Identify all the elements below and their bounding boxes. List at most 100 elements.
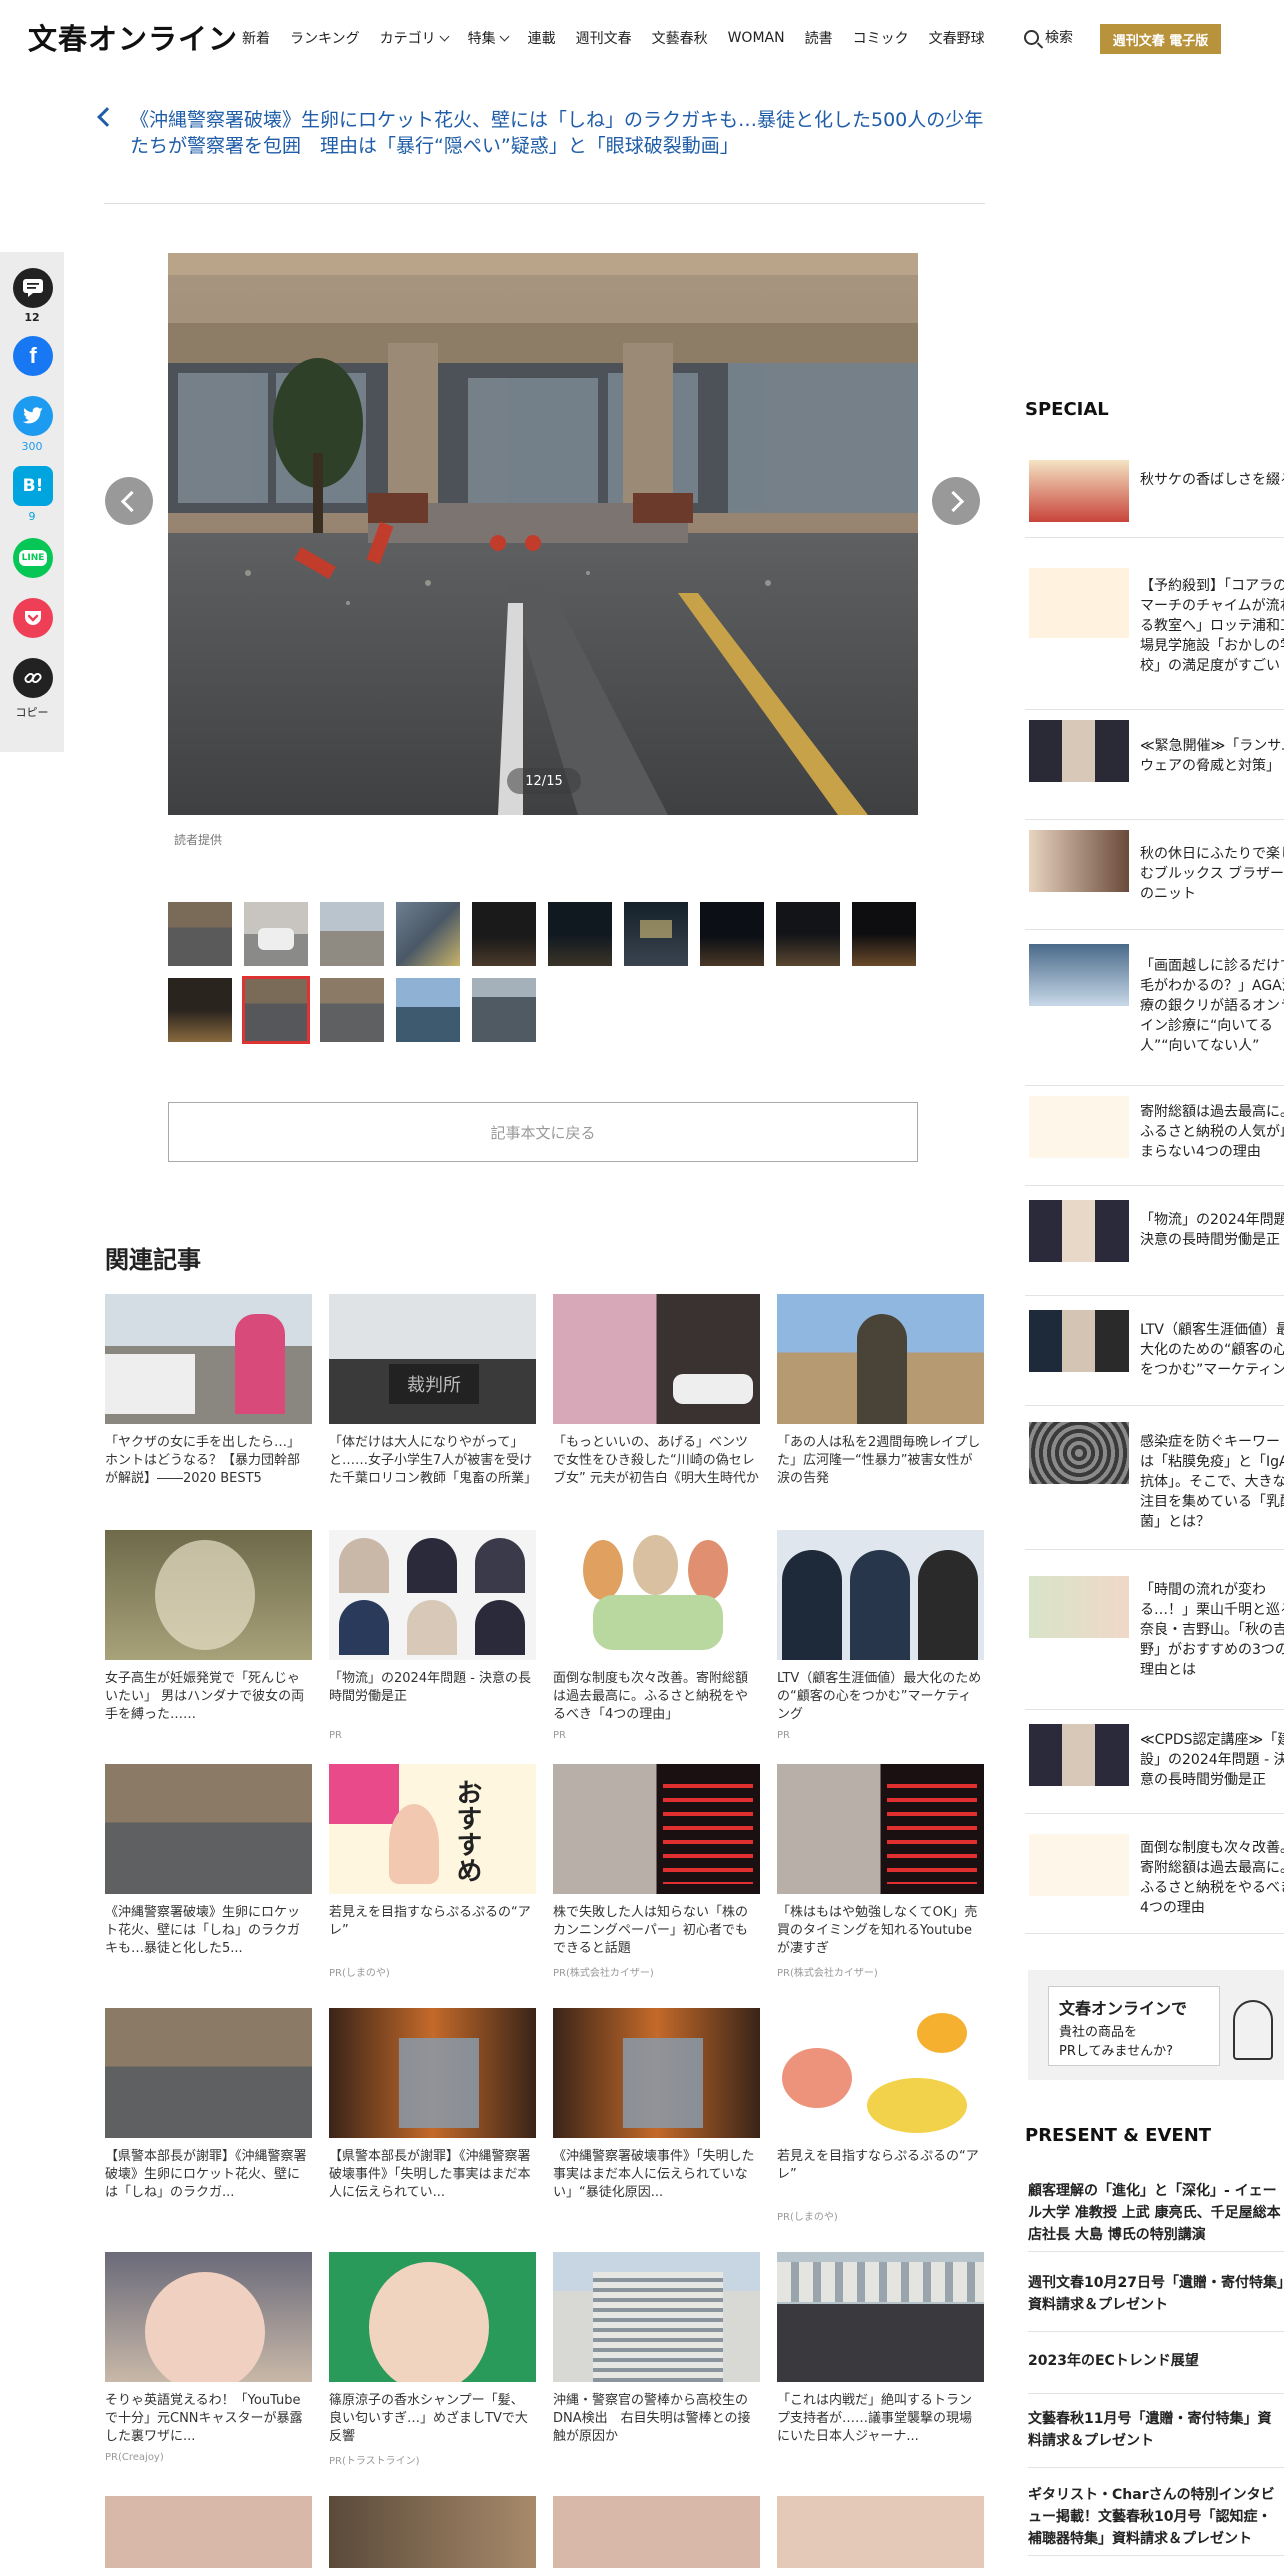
- gallery-thumbnail-active[interactable]: [242, 976, 310, 1044]
- card-title: 【県警本部長が謝罪】《沖縄警察署破壊》生卵にロケット花火、壁には「しね」のラクガ…: [105, 2149, 307, 2200]
- nav-item-shukan-bunshun[interactable]: 週刊文春: [576, 28, 632, 48]
- gallery-thumbnail[interactable]: [320, 978, 384, 1042]
- nav-item-new[interactable]: 新着: [242, 28, 270, 48]
- related-card[interactable]: 株で失敗した人は知らない「株のカンニングペーパー」初心者でもできると話題 PR(…: [553, 1764, 760, 1979]
- special-item[interactable]: 【予約殺到】「コアラのマーチのチャイムが流れる教室へ」ロッテ浦和工場見学施設「お…: [1025, 538, 1284, 710]
- search-button[interactable]: 検索: [1024, 27, 1073, 47]
- back-arrow-icon[interactable]: [97, 107, 117, 127]
- card-image: [105, 2252, 312, 2382]
- nav-label: 読書: [804, 31, 833, 47]
- related-card[interactable]: 「もっといいの、あげる」ベンツで女性をひき殺した“川崎の偽セレブ女” 元夫が初告…: [553, 1294, 760, 1488]
- special-item[interactable]: 「画面越しに診るだけで毛がわかるの？」AGA治療の銀クリが語るオンライン診療に“…: [1025, 930, 1284, 1086]
- related-card[interactable]: 女子高生が妊娠発覚で「死んじゃいたい」 男はハンダナで彼女の両手を縛った……: [105, 1530, 312, 1724]
- special-item[interactable]: 「物流」の2024年問題 - 決意の長時間労働是正: [1025, 1186, 1284, 1296]
- gallery-thumbnail[interactable]: [168, 978, 232, 1042]
- gallery-thumbnail[interactable]: [472, 902, 536, 966]
- gallery-thumbnail[interactable]: [396, 902, 460, 966]
- nav-item-series[interactable]: 連載: [528, 28, 556, 48]
- special-item-title: 「時間の流れが変わる…！」栗山千明と巡る奈良・吉野山。「秋の吉野」がおすすめの3…: [1140, 1582, 1284, 1678]
- nav-item-category[interactable]: カテゴリ: [380, 28, 450, 48]
- special-item[interactable]: 秋の休日にふたりで楽しむブルックス ブラザーズのニット: [1025, 820, 1284, 930]
- gallery-main-photo[interactable]: [168, 253, 918, 815]
- pocket-button[interactable]: [13, 598, 53, 638]
- advertise-banner[interactable]: 文春オンラインで 貴社の商品を PRしてみませんか?: [1028, 1970, 1284, 2080]
- related-card[interactable]: 篠原涼子の香水シャンプー「髪、良い匂いすぎ…」めざましTVで大反響 PR(トラス…: [329, 2252, 536, 2467]
- article-title-link[interactable]: 《沖縄警察署破壊》生卵にロケット花火、壁には「しね」のラクガキも…暴徒と化した5…: [130, 107, 990, 159]
- special-item-title: ≪緊急開催≫「ランサムウェアの脅威と対策」: [1140, 738, 1284, 774]
- twitter-share-button[interactable]: [13, 396, 53, 436]
- special-item[interactable]: 感染症を防ぐキーワードは「粘膜免疫」と「IgA抗体」。そこで、大きな注目を集めて…: [1025, 1406, 1284, 1550]
- related-card[interactable]: おすすめ 若見えを目指すならぷるぷるの“アレ” PR(しまのや): [329, 1764, 536, 1979]
- present-event-item[interactable]: 2023年のECトレンド展望: [1028, 2350, 1284, 2394]
- gallery-thumbnail[interactable]: [548, 902, 612, 966]
- nav-item-bungei-shunju[interactable]: 文藝春秋: [652, 28, 708, 48]
- special-item[interactable]: 寄附総額は過去最高に。ふるさと納税の人気が止まらない4つの理由: [1025, 1086, 1284, 1186]
- special-item[interactable]: LTV（顧客生涯価値）最大化のための“顧客の心をつかむ”マーケティング: [1025, 1296, 1284, 1406]
- special-item-image: [1029, 944, 1129, 1006]
- special-item[interactable]: 「時間の流れが変わる…！」栗山千明と巡る奈良・吉野山。「秋の吉野」がおすすめの3…: [1025, 1550, 1284, 1710]
- gallery-thumbnail[interactable]: [244, 902, 308, 966]
- related-card[interactable]: [777, 2496, 984, 2568]
- pr-label: PR(Creajoy): [105, 2452, 164, 2463]
- related-card[interactable]: 裁判所 「体だけは大人になりやがって」と……女子小学生7人が被害を受けた千葉ロリ…: [329, 1294, 536, 1488]
- present-event-item[interactable]: 文藝春秋11月号「遺贈・寄付特集」資料請求＆プレゼント: [1028, 2408, 1284, 2468]
- gallery-next-button[interactable]: [932, 477, 980, 525]
- related-card[interactable]: 若見えを目指すならぷるぷるの“アレ” PR(しまのや): [777, 2008, 984, 2223]
- gallery-thumbnail[interactable]: [624, 902, 688, 966]
- gallery-thumbnail[interactable]: [852, 902, 916, 966]
- related-card[interactable]: [105, 2496, 312, 2568]
- related-card[interactable]: 「あの人は私を2週間毎晩レイプした」広河隆一“性暴力”被害女性が涙の告発: [777, 1294, 984, 1488]
- nav-item-feature[interactable]: 特集: [468, 28, 510, 48]
- comment-button[interactable]: [13, 268, 53, 308]
- nav-item-books[interactable]: 読書: [805, 28, 833, 48]
- related-card[interactable]: 【県警本部長が謝罪】《沖縄警察署破壊》生卵にロケット花火、壁には「しね」のラクガ…: [105, 2008, 312, 2202]
- card-title: 面倒な制度も次々改善。寄附総額は過去最高に。ふるさと納税をやるべき「4つの理由」: [553, 1671, 749, 1722]
- card-title: 【県警本部長が謝罪】《沖縄警察署破壊事件》「失明した事実はまだ本人に伝えられてい…: [329, 2149, 531, 2200]
- pocket-icon: [25, 611, 41, 625]
- related-card[interactable]: そりゃ英語覚えるわ！「YouTubeで十分」元CNNキャスターが暴露した裏ワザに…: [105, 2252, 312, 2463]
- related-card[interactable]: 沖縄・警察官の警棒から高校生のDNA検出 右目失明は警棒との接触が原因か: [553, 2252, 760, 2446]
- gallery-thumbnail[interactable]: [396, 978, 460, 1042]
- site-header: 文春オンライン 新着 ランキング カテゴリ 特集 連載 週刊文春 文藝春秋 WO…: [0, 0, 1284, 78]
- special-item[interactable]: ≪CPDS認定講座≫「建設」の2024年問題 - 決意の長時間労働是正: [1025, 1710, 1284, 1814]
- digital-edition-button[interactable]: 週刊文春 電子版: [1100, 24, 1221, 54]
- special-item[interactable]: 秋サケの香ばしさを綴る芋焼酎で愉しむ: [1025, 444, 1284, 538]
- back-to-article-button[interactable]: 記事本文に戻る: [168, 1102, 918, 1162]
- related-card[interactable]: LTV（顧客生涯価値）最大化のための“顧客の心をつかむ”マーケティング PR: [777, 1530, 984, 1741]
- special-item[interactable]: ≪緊急開催≫「ランサムウェアの脅威と対策」: [1025, 710, 1284, 820]
- line-icon: LINE: [18, 550, 48, 566]
- facebook-share-button[interactable]: f: [13, 336, 53, 376]
- gallery-thumbnail[interactable]: [700, 902, 764, 966]
- site-logo[interactable]: 文春オンライン: [28, 16, 238, 58]
- special-item[interactable]: 面倒な制度も次々改善。寄附総額は過去最高に。ふるさと納税をやるべき4つの理由: [1025, 1814, 1284, 1934]
- copy-link-button[interactable]: [13, 658, 53, 698]
- line-share-button[interactable]: LINE: [13, 538, 53, 578]
- special-item-title: ≪CPDS認定講座≫「建設」の2024年問題 - 決意の長時間労働是正: [1140, 1732, 1284, 1788]
- special-section-title: SPECIAL: [1025, 399, 1109, 420]
- related-card[interactable]: 【県警本部長が謝罪】《沖縄警察署破壊事件》「失明した事実はまだ本人に伝えられてい…: [329, 2008, 536, 2202]
- related-card[interactable]: 「これは内戦だ」絶叫するトランプ支持者が……議事堂襲撃の現場にいた日本人ジャーナ…: [777, 2252, 984, 2446]
- present-event-item[interactable]: ギタリスト・Charさんの特別インタビュー掲載！文藝春秋10月号「認知症・補聴器…: [1028, 2484, 1284, 2556]
- present-event-item[interactable]: 週刊文春10月27日号「遺贈・寄付特集」資料請求＆プレゼント: [1028, 2272, 1284, 2332]
- related-card[interactable]: [553, 2496, 760, 2568]
- related-card[interactable]: 《沖縄警察署破壊》生卵にロケット花火、壁には「しね」のラクガキも…暴徒と化した5…: [105, 1764, 312, 1958]
- nav-item-woman[interactable]: WOMAN: [728, 28, 785, 48]
- related-card[interactable]: 「ヤクザの女に手を出したら…」ホントはどうなる？【暴力団幹部が解説】――2020…: [105, 1294, 312, 1488]
- related-card[interactable]: 「物流」の2024年問題 - 決意の長時間労働是正 PR: [329, 1530, 536, 1741]
- present-event-item[interactable]: 顧客理解の「進化」と「深化」- イェール大学 准教授 上武 康亮氏、千足屋総本店…: [1028, 2180, 1284, 2252]
- related-card[interactable]: 「株はもはや勉強しなくてOK」売買のタイミングを知れるYoutubeが凄すぎ P…: [777, 1764, 984, 1979]
- gallery-thumbnail[interactable]: [776, 902, 840, 966]
- gallery-thumbnail[interactable]: [320, 902, 384, 966]
- related-card[interactable]: [329, 2496, 536, 2568]
- hatena-bookmark-button[interactable]: B!: [13, 466, 53, 506]
- nav-item-comic[interactable]: コミック: [853, 28, 909, 48]
- nav-item-baseball[interactable]: 文春野球: [929, 28, 985, 48]
- gallery-thumbnail[interactable]: [472, 978, 536, 1042]
- related-card[interactable]: 《沖縄警察署破壊事件》「失明した事実はまだ本人に伝えられていない」“暴徒化原因.…: [553, 2008, 760, 2202]
- gallery-thumbnail[interactable]: [168, 902, 232, 966]
- nav-item-ranking[interactable]: ランキング: [290, 28, 360, 48]
- card-image: [329, 1530, 536, 1660]
- card-image: [777, 2496, 984, 2568]
- related-card[interactable]: 面倒な制度も次々改善。寄附総額は過去最高に。ふるさと納税をやるべき「4つの理由」…: [553, 1530, 760, 1741]
- gallery-prev-button[interactable]: [105, 477, 153, 525]
